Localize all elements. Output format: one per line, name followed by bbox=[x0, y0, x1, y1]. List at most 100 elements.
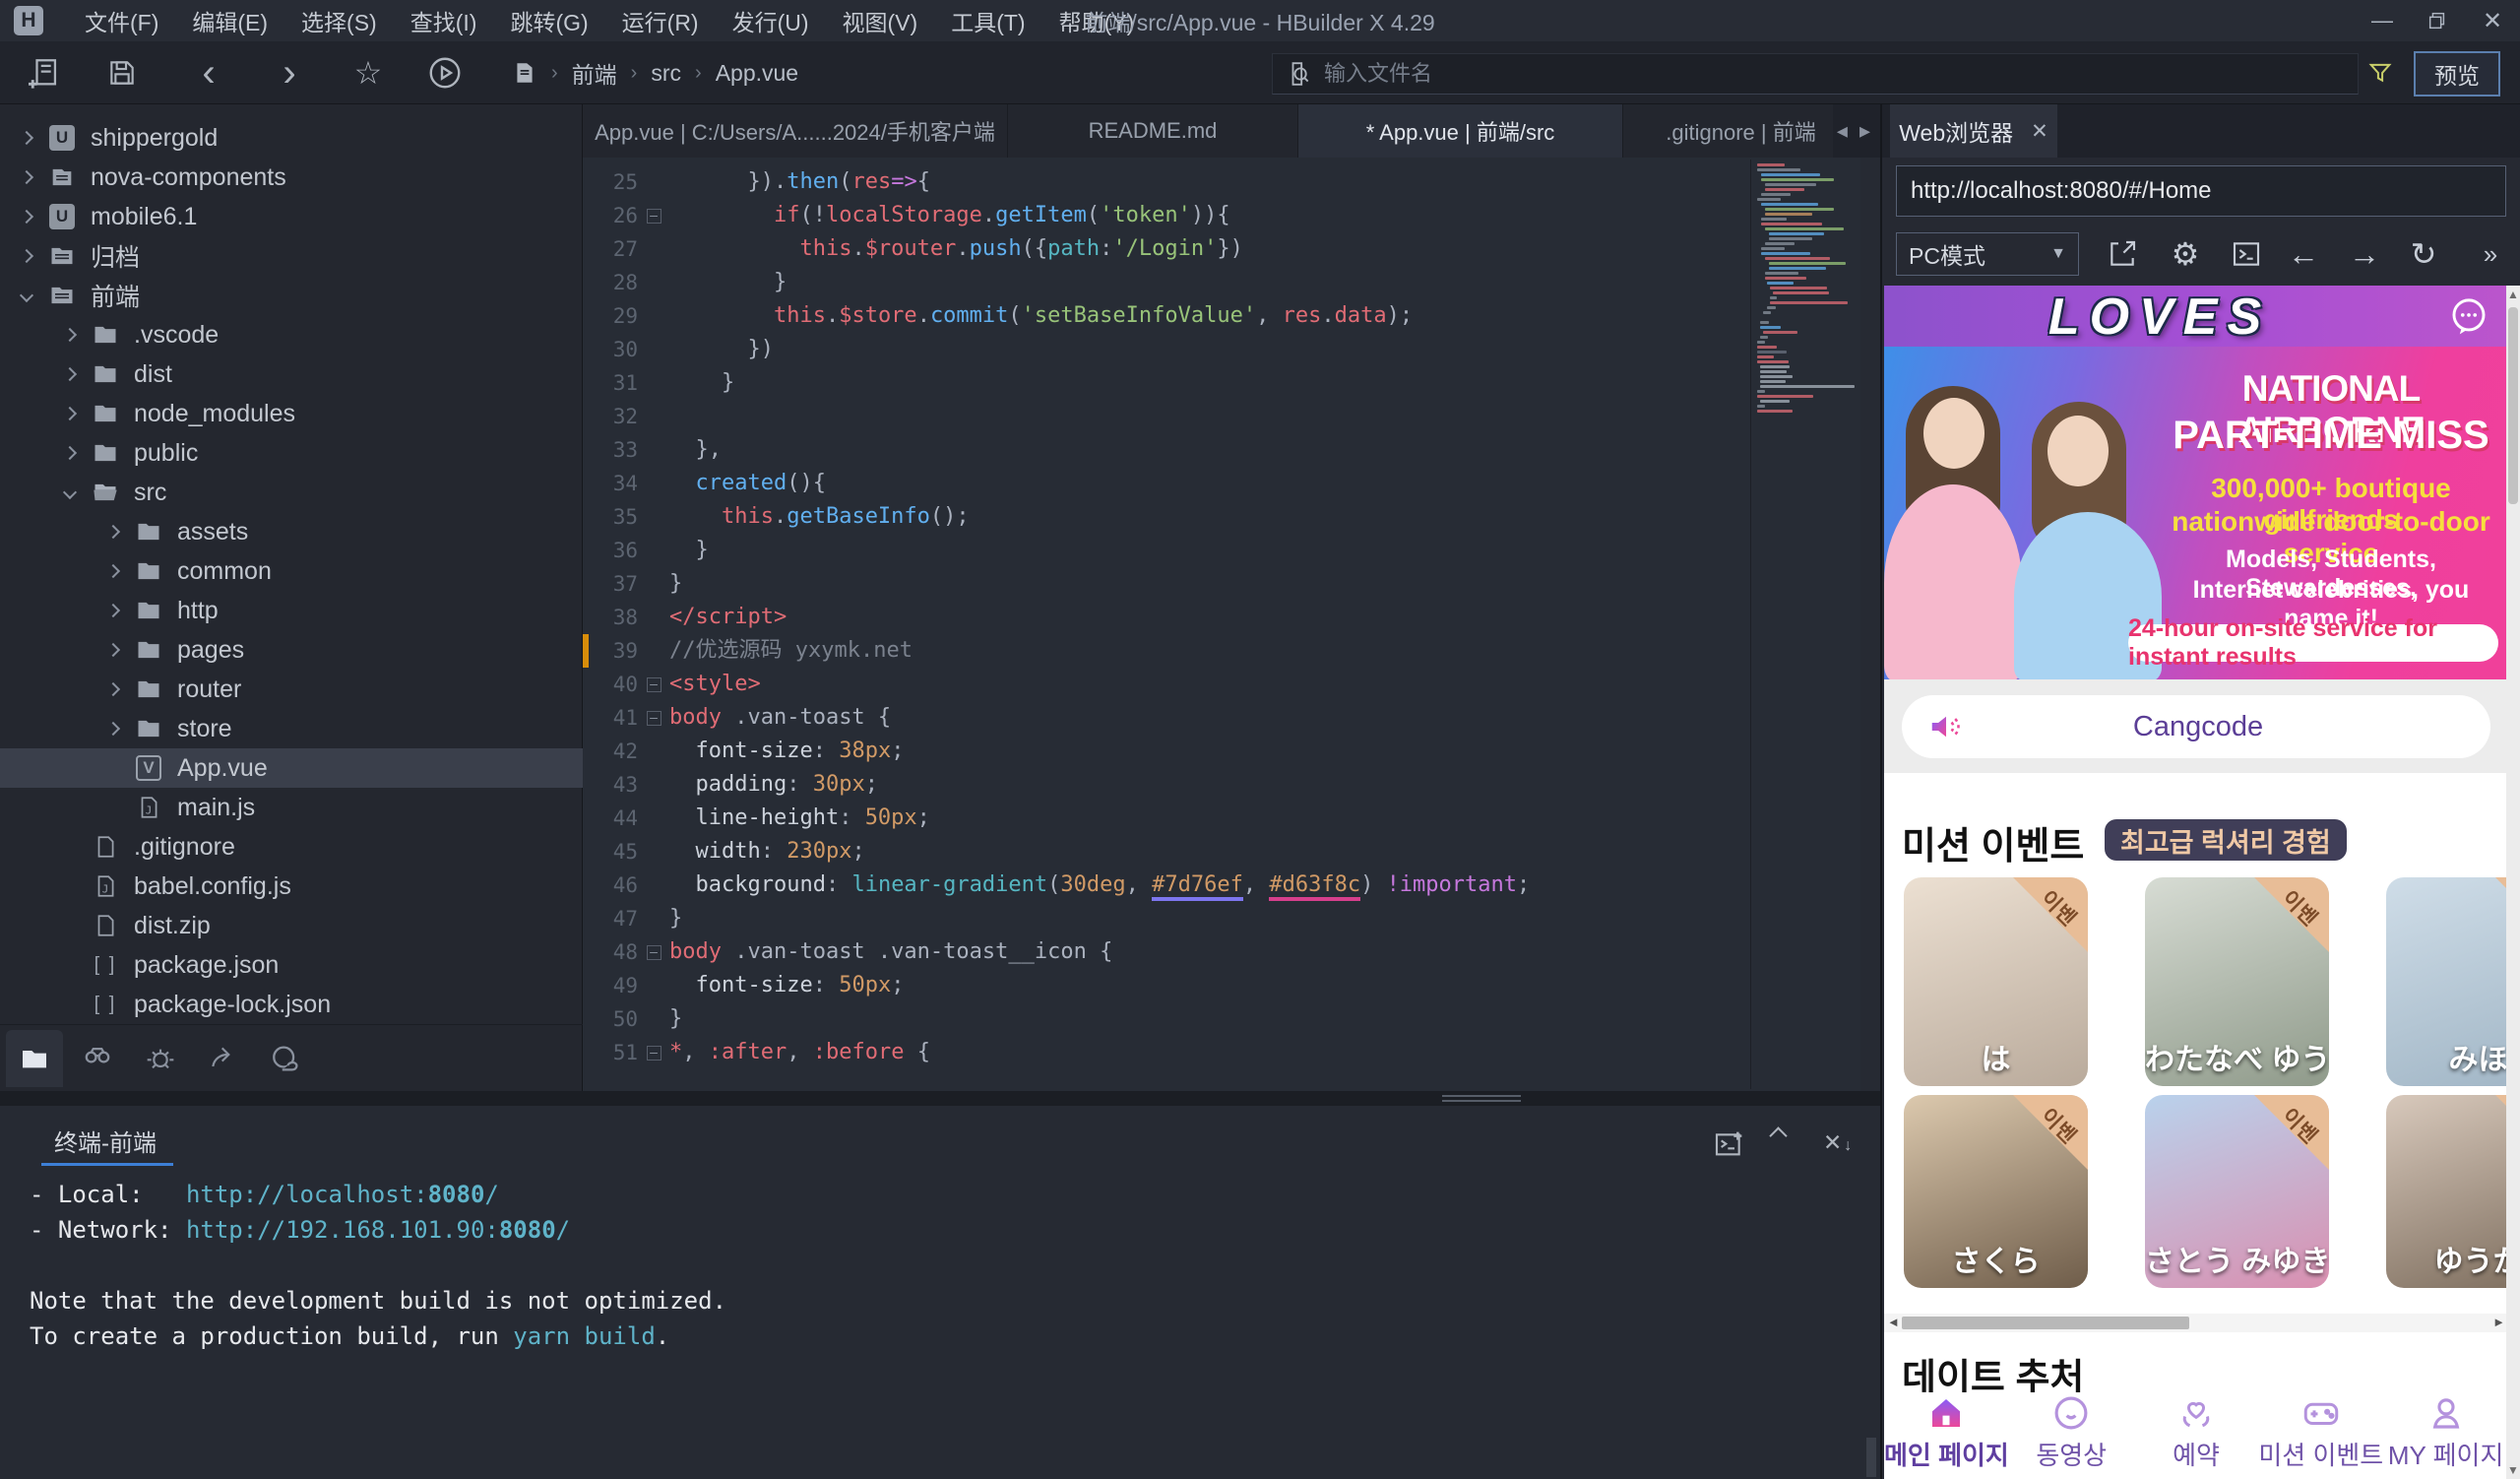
promo-banner[interactable]: NATIONAL AIRBORNE PART-TIME MISS 300,000… bbox=[1884, 347, 2508, 679]
terminal-scrollbar[interactable] bbox=[1866, 1438, 1876, 1477]
tree-item-dist.zip[interactable]: dist.zip bbox=[0, 906, 583, 945]
collapse-button[interactable] bbox=[1772, 1129, 1800, 1147]
menu-item-4[interactable]: 查找(I) bbox=[410, 4, 477, 37]
code-line-30[interactable]: 30 }) bbox=[583, 333, 1880, 366]
terminal-tab[interactable]: 终端-前端 bbox=[54, 1124, 157, 1158]
address-bar[interactable] bbox=[1896, 165, 2506, 217]
profile-card[interactable]: 이벤さとう みゆき bbox=[2145, 1095, 2329, 1288]
code-line-25[interactable]: 25 }).then(res=>{ bbox=[583, 165, 1880, 199]
chevron-right-icon[interactable] bbox=[63, 407, 77, 420]
nav-item-video[interactable]: 동영상 bbox=[2009, 1392, 2134, 1479]
cards-horizontal-scrollbar[interactable]: ◄ ► bbox=[1884, 1314, 2508, 1332]
code-line-36[interactable]: 36 } bbox=[583, 534, 1880, 567]
chat-bubble-icon[interactable] bbox=[2447, 294, 2490, 338]
chevron-down-icon[interactable] bbox=[63, 485, 77, 499]
device-mode-select[interactable]: PC模式 ▼ bbox=[1896, 232, 2079, 276]
code-line-35[interactable]: 35 this.getBaseInfo(); bbox=[583, 500, 1880, 534]
code-line-27[interactable]: 27 this.$router.push({path:'/Login'}) bbox=[583, 232, 1880, 266]
more-button[interactable]: » bbox=[2471, 234, 2510, 274]
menu-item-6[interactable]: 运行(R) bbox=[622, 4, 699, 37]
tree-item-.vscode[interactable]: .vscode bbox=[0, 315, 583, 354]
scroll-right-icon[interactable]: ► bbox=[2492, 1315, 2505, 1329]
activity-share-icon[interactable] bbox=[195, 1030, 252, 1087]
tree-item-http[interactable]: http bbox=[0, 591, 583, 630]
breadcrumb-item-前端[interactable]: 前端 bbox=[572, 56, 617, 90]
activity-debug-icon[interactable] bbox=[132, 1030, 189, 1087]
tree-item-package.json[interactable]: [ ]package.json bbox=[0, 945, 583, 985]
menu-item-7[interactable]: 发行(U) bbox=[732, 4, 809, 37]
code-line-41[interactable]: 41–body .van-toast { bbox=[583, 701, 1880, 735]
menu-item-1[interactable]: 文件(F) bbox=[85, 4, 158, 37]
star-button[interactable]: ☆ bbox=[350, 55, 386, 91]
tree-item-shippergold[interactable]: Ushippergold bbox=[0, 118, 583, 158]
fold-icon[interactable]: – bbox=[647, 209, 662, 224]
chevron-right-icon[interactable] bbox=[106, 564, 120, 578]
editor-scrollbar[interactable] bbox=[1860, 158, 1880, 1091]
tree-item-nova-components[interactable]: nova-components bbox=[0, 158, 583, 197]
editor-tab-2[interactable]: README.md bbox=[1008, 104, 1298, 158]
chevron-down-icon[interactable] bbox=[20, 289, 33, 302]
open-external-button[interactable] bbox=[2103, 234, 2142, 274]
menu-item-9[interactable]: 工具(T) bbox=[951, 4, 1025, 37]
url-input[interactable] bbox=[1897, 177, 2488, 205]
code-line-45[interactable]: 45 width: 230px; bbox=[583, 835, 1880, 868]
breadcrumb-item-App.vue[interactable]: App.vue bbox=[716, 60, 798, 87]
nav-item-home[interactable]: 메인 페이지 bbox=[1884, 1392, 2009, 1479]
tree-item-public[interactable]: public bbox=[0, 433, 583, 473]
chevron-right-icon[interactable] bbox=[63, 367, 77, 381]
refresh-button[interactable]: ↻ bbox=[2404, 234, 2443, 274]
code-line-47[interactable]: 47} bbox=[583, 902, 1880, 935]
back-button[interactable]: ‹ bbox=[191, 55, 226, 91]
code-editor[interactable]: 25 }).then(res=>{26– if(!localStorage.ge… bbox=[583, 158, 1880, 1091]
tree-item-src[interactable]: src bbox=[0, 473, 583, 512]
splitter-grip[interactable] bbox=[1442, 1095, 1521, 1102]
nav-item-mission[interactable]: 미션 이벤트 bbox=[2258, 1392, 2383, 1479]
restore-button[interactable] bbox=[2410, 0, 2465, 41]
code-line-38[interactable]: 38</script> bbox=[583, 601, 1880, 634]
chevron-right-icon[interactable] bbox=[20, 210, 33, 224]
code-line-51[interactable]: 51–*, :after, :before { bbox=[583, 1036, 1880, 1069]
menu-item-8[interactable]: 视图(V) bbox=[843, 4, 918, 37]
scroll-down-icon[interactable]: ▼ bbox=[2506, 1463, 2520, 1477]
breadcrumb-item-src[interactable]: src bbox=[651, 60, 681, 87]
fold-icon[interactable]: – bbox=[647, 677, 662, 692]
tree-item-mobile6.1[interactable]: Umobile6.1 bbox=[0, 197, 583, 236]
editor-tab-3[interactable]: * App.vue | 前端/src bbox=[1298, 104, 1623, 158]
activity-web-icon[interactable] bbox=[258, 1030, 315, 1087]
code-line-48[interactable]: 48–body .van-toast .van-toast__icon { bbox=[583, 935, 1880, 969]
tree-item-App.vue[interactable]: VApp.vue bbox=[0, 748, 583, 788]
profile-card[interactable]: 이벤ゆうか bbox=[2386, 1095, 2508, 1288]
close-terminal-button[interactable]: ✕↓ bbox=[1823, 1129, 1852, 1156]
code-line-31[interactable]: 31 } bbox=[583, 366, 1880, 400]
tree-item-[interactable]: 前端 bbox=[0, 276, 583, 315]
tree-item-assets[interactable]: assets bbox=[0, 512, 583, 551]
chevron-right-icon[interactable] bbox=[63, 446, 77, 460]
scroll-left-icon[interactable]: ◄ bbox=[1887, 1315, 1900, 1329]
chevron-right-icon[interactable] bbox=[106, 722, 120, 736]
browser-tab[interactable]: Web浏览器 ✕ bbox=[1890, 104, 2057, 158]
activity-files-icon[interactable] bbox=[6, 1030, 63, 1087]
chevron-right-icon[interactable] bbox=[106, 643, 120, 657]
editor-minimap[interactable] bbox=[1750, 160, 1860, 1089]
activity-search-icon[interactable] bbox=[69, 1030, 126, 1087]
new-project-button[interactable] bbox=[28, 55, 63, 91]
forward-button[interactable]: → bbox=[2345, 234, 2384, 274]
code-line-42[interactable]: 42 font-size: 38px; bbox=[583, 735, 1880, 768]
minimize-button[interactable]: — bbox=[2355, 0, 2410, 41]
tree-item-common[interactable]: common bbox=[0, 551, 583, 591]
fold-icon[interactable]: – bbox=[647, 945, 662, 960]
profile-card[interactable]: 이벤わたなべ ゆうこ bbox=[2145, 877, 2329, 1086]
search-input[interactable] bbox=[1324, 61, 2210, 87]
page-scrollbar-thumb[interactable] bbox=[2508, 307, 2518, 504]
chevron-right-icon[interactable] bbox=[106, 682, 120, 696]
tree-item-babel.config.js[interactable]: Jbabel.config.js bbox=[0, 867, 583, 906]
chevron-right-icon[interactable] bbox=[20, 131, 33, 145]
tree-item-pages[interactable]: pages bbox=[0, 630, 583, 670]
forward-button[interactable]: › bbox=[272, 55, 307, 91]
code-line-28[interactable]: 28 } bbox=[583, 266, 1880, 299]
fold-icon[interactable]: – bbox=[647, 711, 662, 726]
code-line-43[interactable]: 43 padding: 30px; bbox=[583, 768, 1880, 802]
tree-item-router[interactable]: router bbox=[0, 670, 583, 709]
close-button[interactable]: ✕ bbox=[2465, 0, 2520, 41]
tab-scroll-arrows[interactable]: ◂▸ bbox=[1833, 104, 1874, 158]
